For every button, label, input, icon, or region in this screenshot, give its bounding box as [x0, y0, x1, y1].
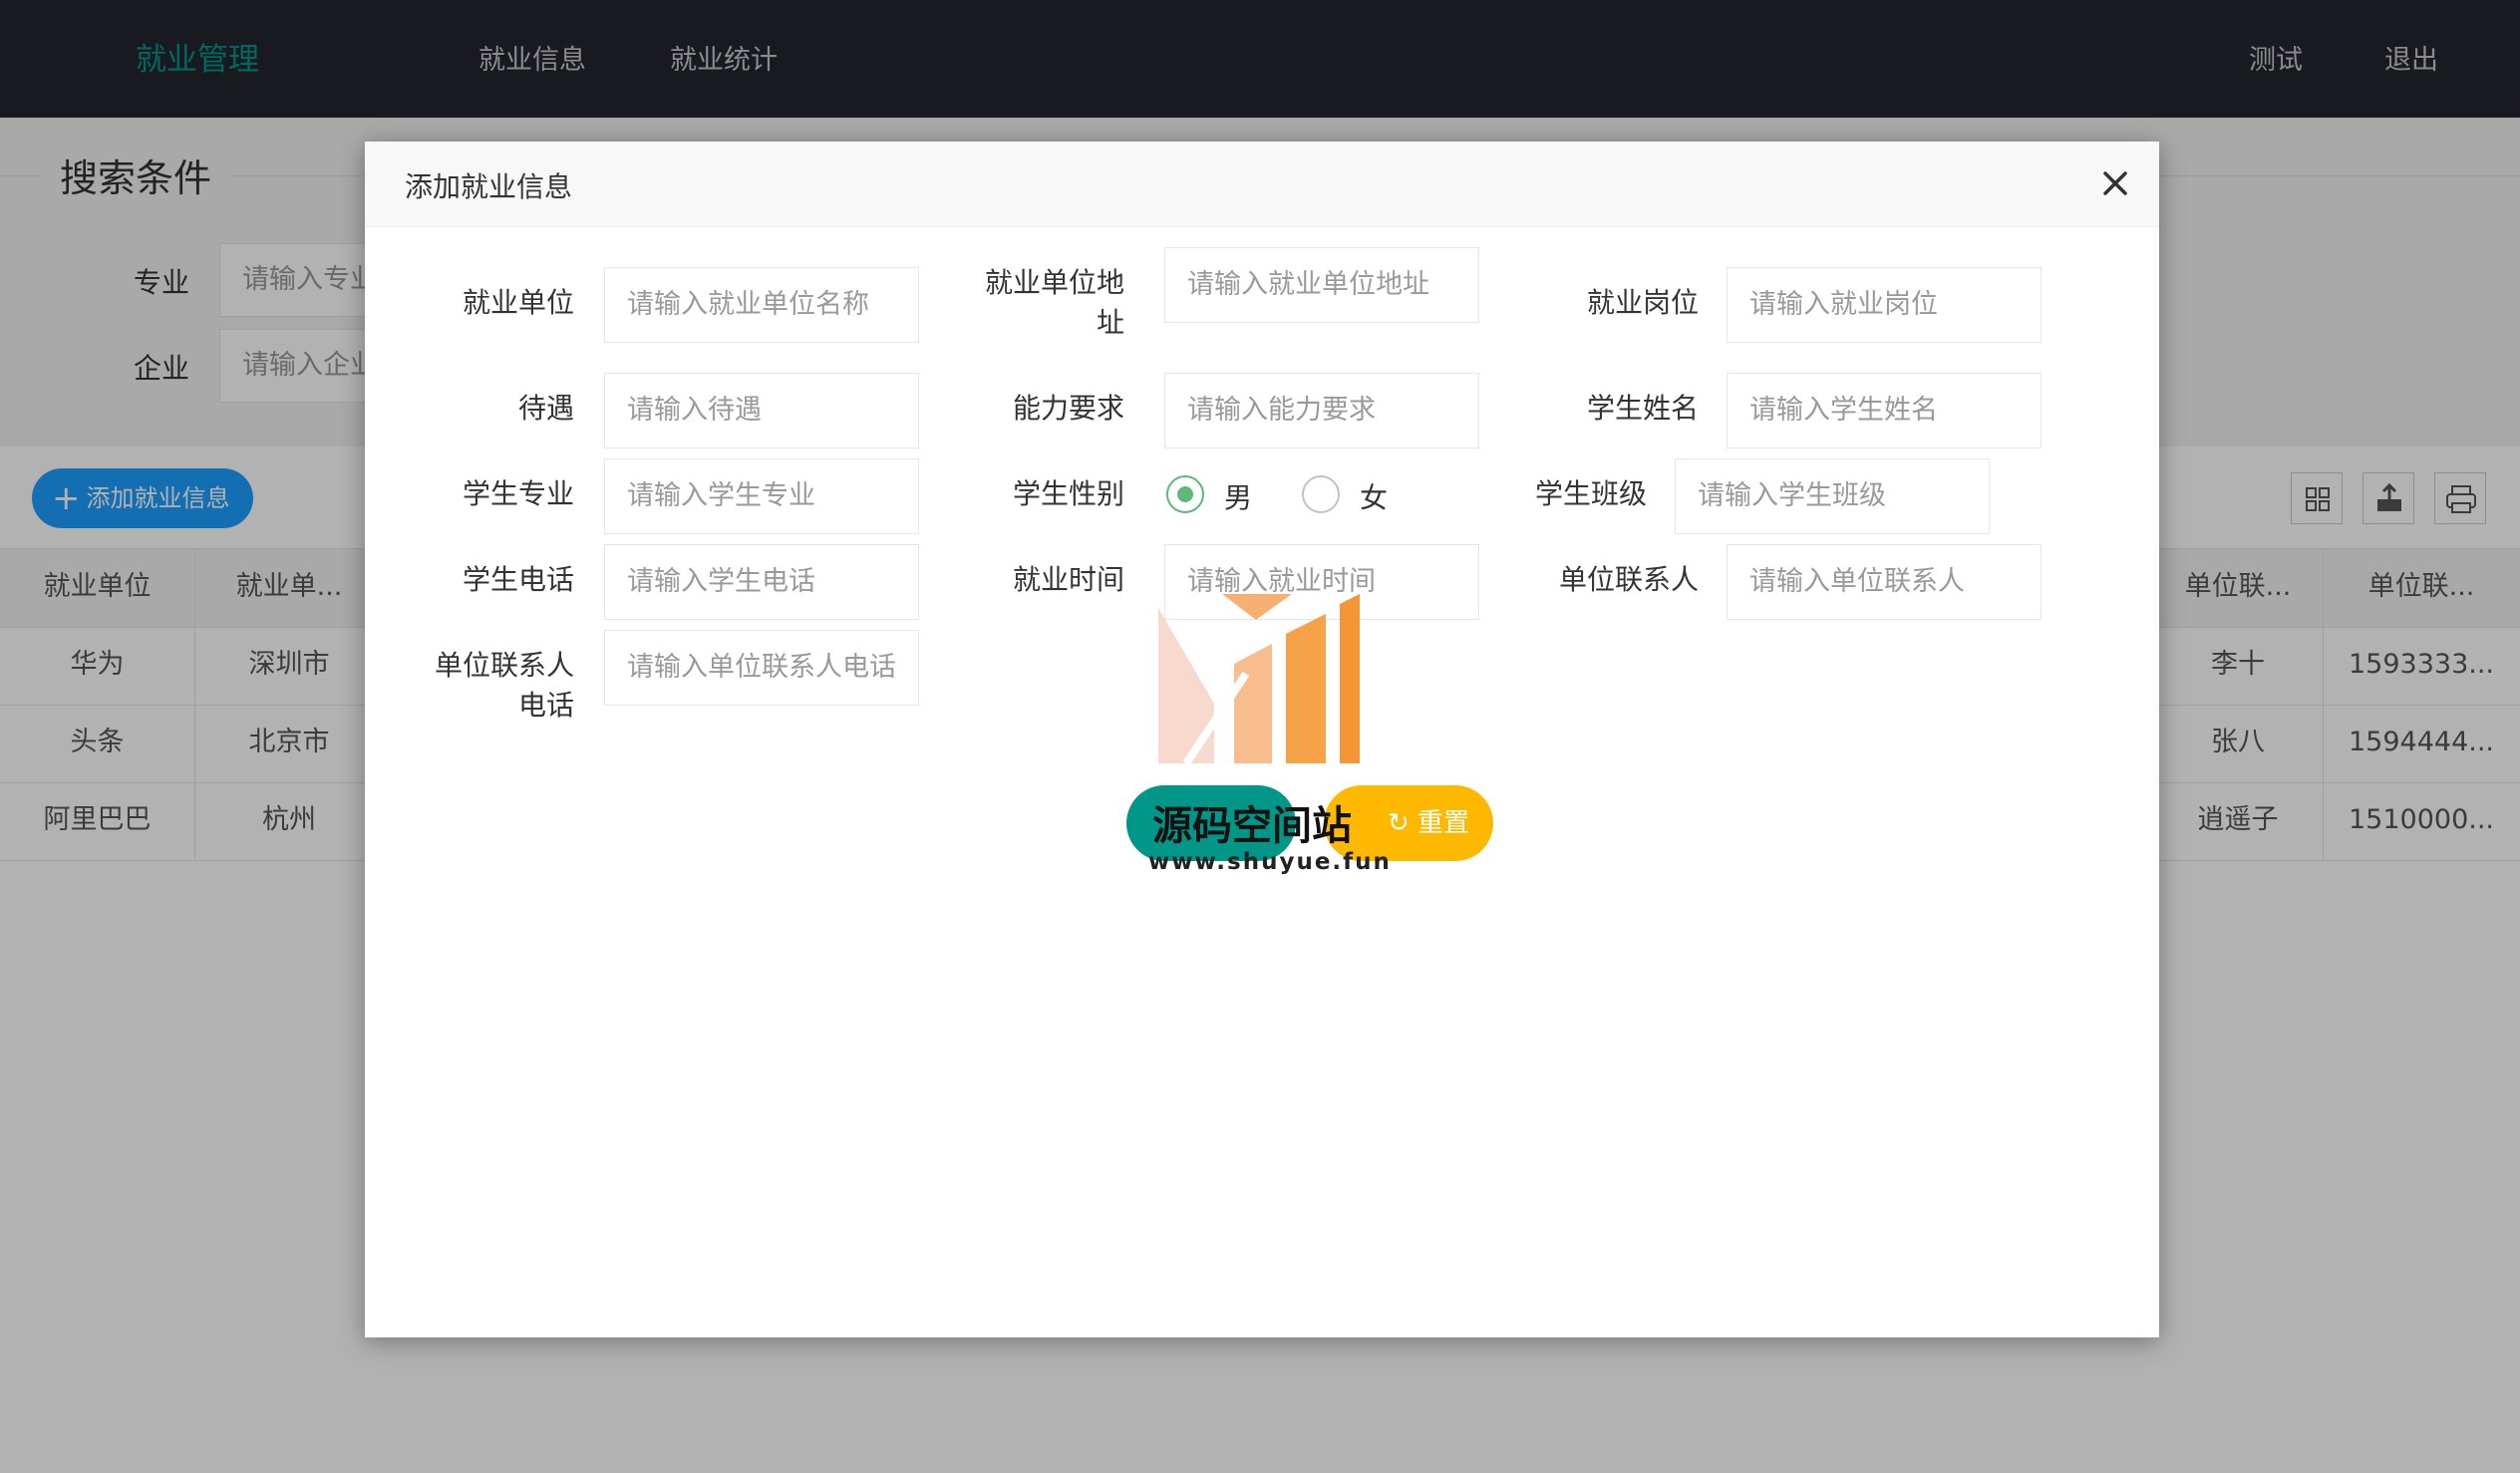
- post-input[interactable]: 请输入就业岗位: [1727, 267, 2042, 343]
- address-label-line2: 址: [1096, 306, 1124, 339]
- watermark-title: 源码空间站: [1152, 803, 1352, 849]
- gender-male-label[interactable]: 男: [1224, 476, 1252, 516]
- student-name-input[interactable]: 请输入学生姓名: [1727, 373, 2042, 448]
- contact-phone-input[interactable]: 请输入单位联系人电话: [604, 630, 919, 706]
- major-label: 学生专业: [462, 477, 574, 510]
- phone-label: 学生电话: [462, 563, 574, 596]
- class-label: 学生班级: [1534, 477, 1647, 510]
- ability-input[interactable]: 请输入能力要求: [1164, 373, 1479, 448]
- dialog-title: 添加就业信息: [405, 170, 573, 203]
- salary-input[interactable]: 请输入待遇: [604, 373, 919, 448]
- post-label: 就业岗位: [1586, 286, 1699, 319]
- major-input[interactable]: 请输入学生专业: [604, 458, 919, 534]
- unit-input[interactable]: 请输入就业单位名称: [604, 267, 919, 343]
- time-label: 就业时间: [1012, 563, 1124, 596]
- class-input[interactable]: 请输入学生班级: [1675, 458, 1990, 534]
- salary-label: 待遇: [517, 392, 574, 425]
- contact-phone-label-line1: 单位联系人: [434, 649, 574, 682]
- contact-phone-label-line2: 电话: [517, 689, 574, 722]
- student-name-label: 学生姓名: [1586, 392, 1699, 425]
- gender-male-radio[interactable]: [1166, 475, 1204, 513]
- unit-label: 就业单位: [462, 286, 574, 319]
- gender-label: 学生性别: [1012, 477, 1124, 510]
- gender-female-radio[interactable]: [1302, 475, 1340, 513]
- ability-label: 能力要求: [1012, 392, 1124, 425]
- watermark-url: www.shuyue.fun: [1148, 849, 1392, 875]
- contact-input[interactable]: 请输入单位联系人: [1727, 544, 2042, 620]
- gender-female-label[interactable]: 女: [1360, 476, 1388, 516]
- phone-input[interactable]: 请输入学生电话: [604, 544, 919, 620]
- address-label-line1: 就业单位地: [984, 266, 1124, 299]
- contact-label: 单位联系人: [1558, 563, 1699, 596]
- address-input[interactable]: 请输入就业单位地址: [1164, 247, 1479, 323]
- close-icon[interactable]: [2095, 163, 2135, 203]
- dialog-header: 添加就业信息: [365, 142, 2159, 227]
